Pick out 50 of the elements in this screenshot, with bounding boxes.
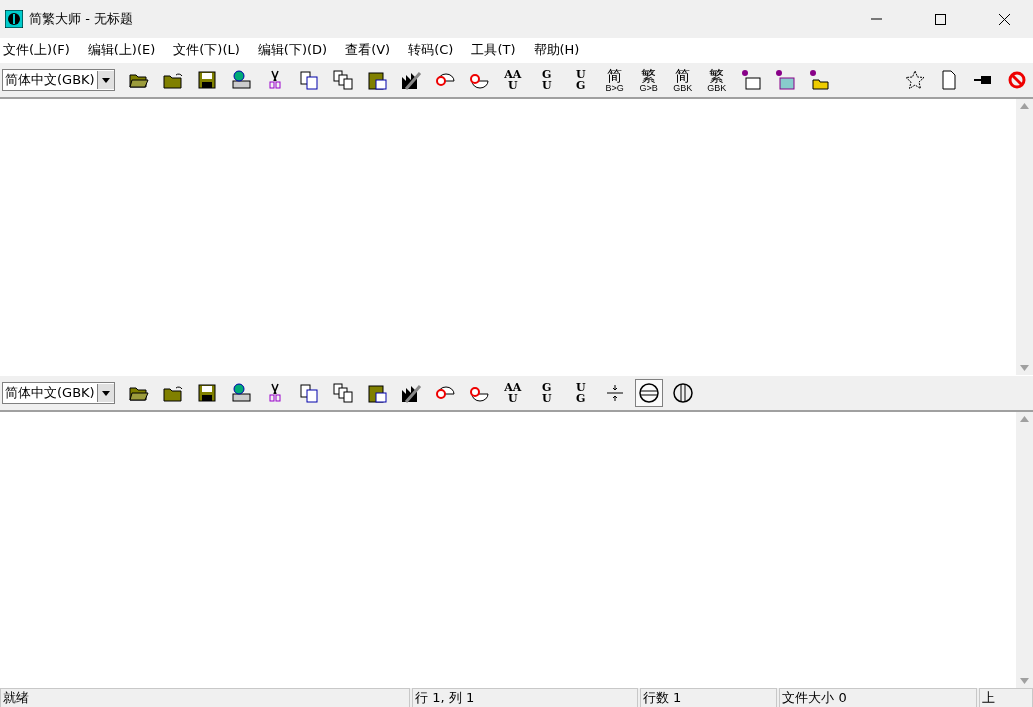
convert-button[interactable]: AA U xyxy=(498,66,527,94)
status-text: 行 1, 列 1 xyxy=(412,688,638,707)
menu-item[interactable]: 查看(V) xyxy=(342,41,400,59)
folder-icon xyxy=(807,69,830,91)
status-text: 文件大小 0 xyxy=(779,688,978,707)
convert-button[interactable]: U G xyxy=(566,66,595,94)
caret-icon xyxy=(101,77,110,83)
menu-item[interactable]: 帮助(H) xyxy=(530,41,589,59)
encoding-dropdown[interactable]: 简体中文(GBK) xyxy=(2,382,115,404)
menu-item[interactable]: 编辑(上)(E) xyxy=(84,41,165,59)
split-rows-icon xyxy=(637,382,660,404)
status-text: 上 xyxy=(979,688,1033,707)
star-icon xyxy=(904,69,926,91)
caret-icon xyxy=(101,390,110,396)
encoding-dropdown[interactable]: 简体中文(GBK) xyxy=(2,69,115,91)
copy-all-icon xyxy=(331,382,354,404)
save-icon xyxy=(195,69,218,91)
convert-button[interactable]: G U xyxy=(532,66,561,94)
status-text: 就绪 xyxy=(0,688,411,707)
printer-icon xyxy=(229,382,252,404)
menu-item[interactable]: 文件(下)(L) xyxy=(170,41,249,59)
app-icon xyxy=(5,10,23,28)
status-text: 行数 1 xyxy=(639,688,778,707)
copy-icon xyxy=(297,69,320,91)
menu-item[interactable]: 转码(C) xyxy=(405,41,463,59)
menu-item[interactable]: 文件(上)(F) xyxy=(0,41,79,59)
clipboard-icon xyxy=(365,69,388,91)
convert-button[interactable]: 简 GBK xyxy=(668,66,697,94)
document-list-icon xyxy=(739,69,762,91)
menu-item[interactable]: 工具(T) xyxy=(468,41,525,59)
close-icon xyxy=(998,13,1010,25)
clipboard-list-icon xyxy=(773,69,796,91)
convert-button[interactable]: G U xyxy=(532,379,561,407)
menu-item[interactable]: 编辑(下)(D) xyxy=(254,41,337,59)
convert-button[interactable]: 简 B>G xyxy=(600,66,629,94)
split-columns-icon xyxy=(671,382,694,404)
minimize-icon xyxy=(870,18,882,20)
stop-icon xyxy=(1006,69,1028,91)
convert-button[interactable]: 繁 G>B xyxy=(634,66,663,94)
copy-icon xyxy=(297,382,320,404)
clipboard-icon xyxy=(365,382,388,404)
copy-all-icon xyxy=(331,69,354,91)
split-button[interactable] xyxy=(634,379,663,407)
convert-button[interactable]: U G xyxy=(566,379,595,407)
window-title: 简繁大师 - 无标题 xyxy=(29,10,134,28)
convert-button[interactable]: 繁 GBK xyxy=(702,66,731,94)
maximize-icon xyxy=(934,13,946,25)
printer-icon xyxy=(229,69,252,91)
convert-button[interactable]: AA U xyxy=(498,379,527,407)
save-icon xyxy=(195,382,218,404)
